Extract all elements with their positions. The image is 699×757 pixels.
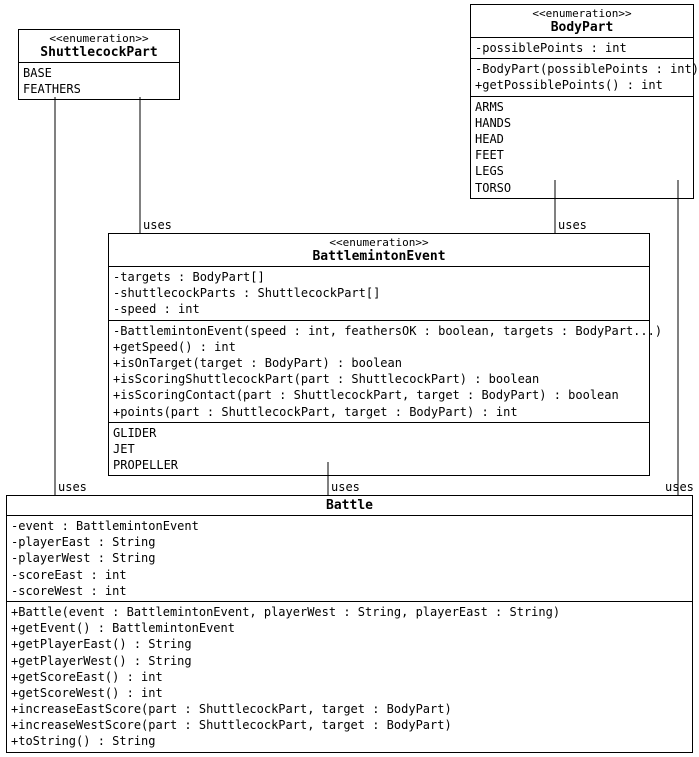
class-name: Battle [11,498,688,513]
method: +getScoreWest() : int [11,685,688,701]
enum-value: FEATHERS [23,81,175,97]
class-name: ShuttlecockPart [23,45,175,60]
method: +getScoreEast() : int [11,669,688,685]
uses-label: uses [143,218,172,232]
uses-label: uses [558,218,587,232]
method: +isOnTarget(target : BodyPart) : boolean [113,355,645,371]
enum-value: FEET [475,147,689,163]
enum-value: LEGS [475,163,689,179]
enum-value: ARMS [475,99,689,115]
uses-label: uses [58,480,87,494]
class-name: BodyPart [475,20,689,35]
class-battle: Battle -event : BattlemintonEvent -playe… [6,495,693,753]
attribute: -playerWest : String [11,550,688,566]
attribute: -shuttlecockParts : ShuttlecockPart[] [113,285,645,301]
method: +increaseEastScore(part : ShuttlecockPar… [11,701,688,717]
method: +getPlayerWest() : String [11,653,688,669]
methods: -BattlemintonEvent(speed : int, feathers… [109,321,649,423]
enum-value: BASE [23,65,175,81]
methods: +Battle(event : BattlemintonEvent, playe… [7,602,692,752]
method: +getPlayerEast() : String [11,636,688,652]
attribute: -speed : int [113,301,645,317]
enum-value: HEAD [475,131,689,147]
attributes: -possiblePoints : int [471,38,693,59]
method: +getSpeed() : int [113,339,645,355]
method: +toString() : String [11,733,688,749]
enum-value: TORSO [475,180,689,196]
method: +getEvent() : BattlemintonEvent [11,620,688,636]
class-shuttlecockpart: <<enumeration>> ShuttlecockPart BASE FEA… [18,29,180,100]
enum-value: HANDS [475,115,689,131]
attributes: -targets : BodyPart[] -shuttlecockParts … [109,267,649,321]
method: -BattlemintonEvent(speed : int, feathers… [113,323,645,339]
attribute: -playerEast : String [11,534,688,550]
method: +Battle(event : BattlemintonEvent, playe… [11,604,688,620]
method: +points(part : ShuttlecockPart, target :… [113,404,645,420]
class-battlemintonevent: <<enumeration>> BattlemintonEvent -targe… [108,233,650,476]
method: -BodyPart(possiblePoints : int) [475,61,689,77]
stereotype: <<enumeration>> [113,236,645,249]
method: +increaseWestScore(part : ShuttlecockPar… [11,717,688,733]
enum-value: PROPELLER [113,457,645,473]
method: +isScoringShuttlecockPart(part : Shuttle… [113,371,645,387]
attributes: -event : BattlemintonEvent -playerEast :… [7,516,692,602]
enum-value: JET [113,441,645,457]
attribute: -possiblePoints : int [475,40,689,56]
enum-values: GLIDER JET PROPELLER [109,423,649,476]
attribute: -scoreWest : int [11,583,688,599]
attribute: -event : BattlemintonEvent [11,518,688,534]
enum-values: ARMS HANDS HEAD FEET LEGS TORSO [471,97,693,198]
attribute: -targets : BodyPart[] [113,269,645,285]
stereotype: <<enumeration>> [23,32,175,45]
enum-value: GLIDER [113,425,645,441]
uses-label: uses [331,480,360,494]
methods: -BodyPart(possiblePoints : int) +getPoss… [471,59,693,96]
class-bodypart: <<enumeration>> BodyPart -possiblePoints… [470,4,694,199]
stereotype: <<enumeration>> [475,7,689,20]
method: +isScoringContact(part : ShuttlecockPart… [113,387,645,403]
method: +getPossiblePoints() : int [475,77,689,93]
class-name: BattlemintonEvent [113,249,645,264]
uses-label: uses [665,480,694,494]
enum-values: BASE FEATHERS [19,63,179,99]
attribute: -scoreEast : int [11,567,688,583]
